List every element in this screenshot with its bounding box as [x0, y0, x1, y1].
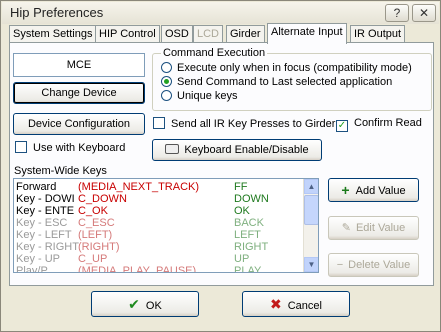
list-item[interactable]: Key - RIGHT (RIGHT) RIGHT	[14, 241, 304, 253]
use-with-keyboard-label: Use with Keyboard	[33, 142, 126, 154]
list-item-action: C_UP	[78, 253, 108, 265]
list-item[interactable]: Key - DOWI C_DOWN DOWN	[14, 193, 304, 205]
use-with-keyboard-checkbox[interactable]: Use with Keyboard	[15, 141, 125, 154]
title-bar: Hip Preferences ? ✕	[2, 2, 439, 24]
cancel-button[interactable]: ✖ Cancel	[242, 291, 350, 317]
list-item-code: LEFT	[234, 229, 261, 241]
list-item[interactable]: Play/P... (MEDIA_PLAY_PAUSE) PLAY	[14, 265, 304, 273]
list-item-key: Forward	[16, 181, 57, 193]
list-item[interactable]: Key - UP C_UP UP	[14, 253, 304, 265]
tab-girder[interactable]: Girder	[226, 25, 265, 43]
list-item-key: Key - LEFT	[16, 229, 72, 241]
add-value-button[interactable]: + Add Value	[328, 178, 419, 202]
scroll-thumb[interactable]	[304, 195, 318, 225]
send-all-ir-checkbox[interactable]: Send all IR Key Presses to Girder	[153, 117, 335, 130]
radio-send-to-last-app[interactable]: Send Command to Last selected applicatio…	[161, 76, 392, 88]
delete-value-button[interactable]: − Delete Value	[328, 253, 419, 277]
window-title: Hip Preferences	[10, 5, 104, 20]
tab-osd[interactable]: OSD	[161, 25, 193, 43]
tab-alternate-input[interactable]: Alternate Input	[267, 23, 347, 44]
list-item-code: FF	[234, 181, 248, 193]
send-all-ir-label: Send all IR Key Presses to Girder	[171, 118, 336, 130]
tab-hip-control[interactable]: HIP Control	[95, 25, 160, 43]
close-button[interactable]: ✕	[412, 4, 436, 22]
help-icon: ?	[393, 6, 401, 20]
list-item-key: Key - DOWI	[16, 193, 75, 205]
send-all-ir-check	[153, 117, 165, 129]
radio-unique-keys[interactable]: Unique keys	[161, 90, 238, 102]
list-item[interactable]: Forward (MEDIA_NEXT_TRACK) FF	[14, 181, 304, 193]
list-item-key: Key - ENTE	[16, 205, 75, 217]
list-item-action: C_OK	[78, 205, 108, 217]
list-item-action: (MEDIA_PLAY_PAUSE)	[78, 265, 197, 273]
list-item[interactable]: Key - ESC C_ESC BACK	[14, 217, 304, 229]
list-item-key: Play/P...	[16, 265, 56, 273]
list-item-key: Key - RIGHT	[16, 241, 79, 253]
device-configuration-button[interactable]: Device Configuration	[13, 113, 145, 135]
list-item-code: RIGHT	[234, 241, 269, 253]
radio-execute-in-focus[interactable]: Execute only when in focus (compatibilit…	[161, 62, 412, 74]
list-item-code: OK	[234, 205, 250, 217]
minus-icon: −	[336, 259, 344, 271]
confirm-read-label: Confirm Read	[354, 117, 422, 129]
tab-system-settings[interactable]: System Settings	[9, 25, 97, 43]
list-item[interactable]: Key - ENTE C_OK OK	[14, 205, 304, 217]
scroll-up-icon[interactable]: ▲	[304, 179, 318, 194]
radio-execute-in-focus-dot	[161, 62, 172, 73]
list-item-action: (MEDIA_NEXT_TRACK)	[78, 181, 200, 193]
scroll-down-icon[interactable]: ▼	[304, 257, 318, 272]
system-keys-list[interactable]: Forward (MEDIA_NEXT_TRACK) FF Key - DOWI C_D…	[13, 178, 319, 273]
list-item-code: BACK	[234, 217, 264, 229]
radio-send-to-last-app-dot	[161, 76, 172, 87]
keyboard-icon	[165, 144, 180, 154]
list-item-action: (LEFT)	[78, 229, 113, 241]
list-scrollbar[interactable]: ▲ ▼	[303, 179, 318, 272]
help-button[interactable]: ?	[385, 4, 409, 22]
list-item-key: Key - UP	[16, 253, 61, 265]
system-wide-keys-label: System-Wide Keys	[14, 165, 107, 177]
tab-lcd[interactable]: LCD	[193, 25, 224, 43]
x-icon: ✖	[270, 296, 282, 312]
list-item-code: UP	[234, 253, 250, 265]
change-device-button[interactable]: Change Device	[13, 82, 145, 104]
list-item-action: (RIGHT)	[78, 241, 120, 253]
confirm-read-checkbox[interactable]: ✓ Confirm Read	[336, 117, 422, 132]
edit-icon: ✎	[341, 222, 351, 234]
checkmark-icon: ✔	[128, 296, 140, 312]
ok-button[interactable]: ✔ OK	[91, 291, 199, 317]
command-execution-title: Command Execution	[161, 47, 268, 59]
device-name-field: MCE	[13, 53, 145, 77]
list-item-action: C_ESC	[78, 217, 115, 229]
radio-unique-keys-dot	[161, 90, 172, 101]
use-with-keyboard-check	[15, 141, 27, 153]
confirm-read-check: ✓	[336, 120, 348, 132]
edit-value-button[interactable]: ✎ Edit Value	[328, 216, 419, 240]
list-item-key: Key - ESC	[16, 217, 68, 229]
close-icon: ✕	[418, 6, 430, 20]
list-item[interactable]: Key - LEFT (LEFT) LEFT	[14, 229, 304, 241]
list-item-code: PLAY	[234, 265, 262, 273]
list-item-code: DOWN	[234, 193, 269, 205]
list-item-action: C_DOWN	[78, 193, 127, 205]
keyboard-enable-disable-button[interactable]: Keyboard Enable/Disable	[152, 139, 322, 161]
tab-ir-output[interactable]: IR Output	[350, 25, 406, 43]
plus-icon: +	[341, 182, 350, 198]
preferences-window: Hip Preferences ? ✕ System Settings HIP …	[0, 0, 441, 332]
